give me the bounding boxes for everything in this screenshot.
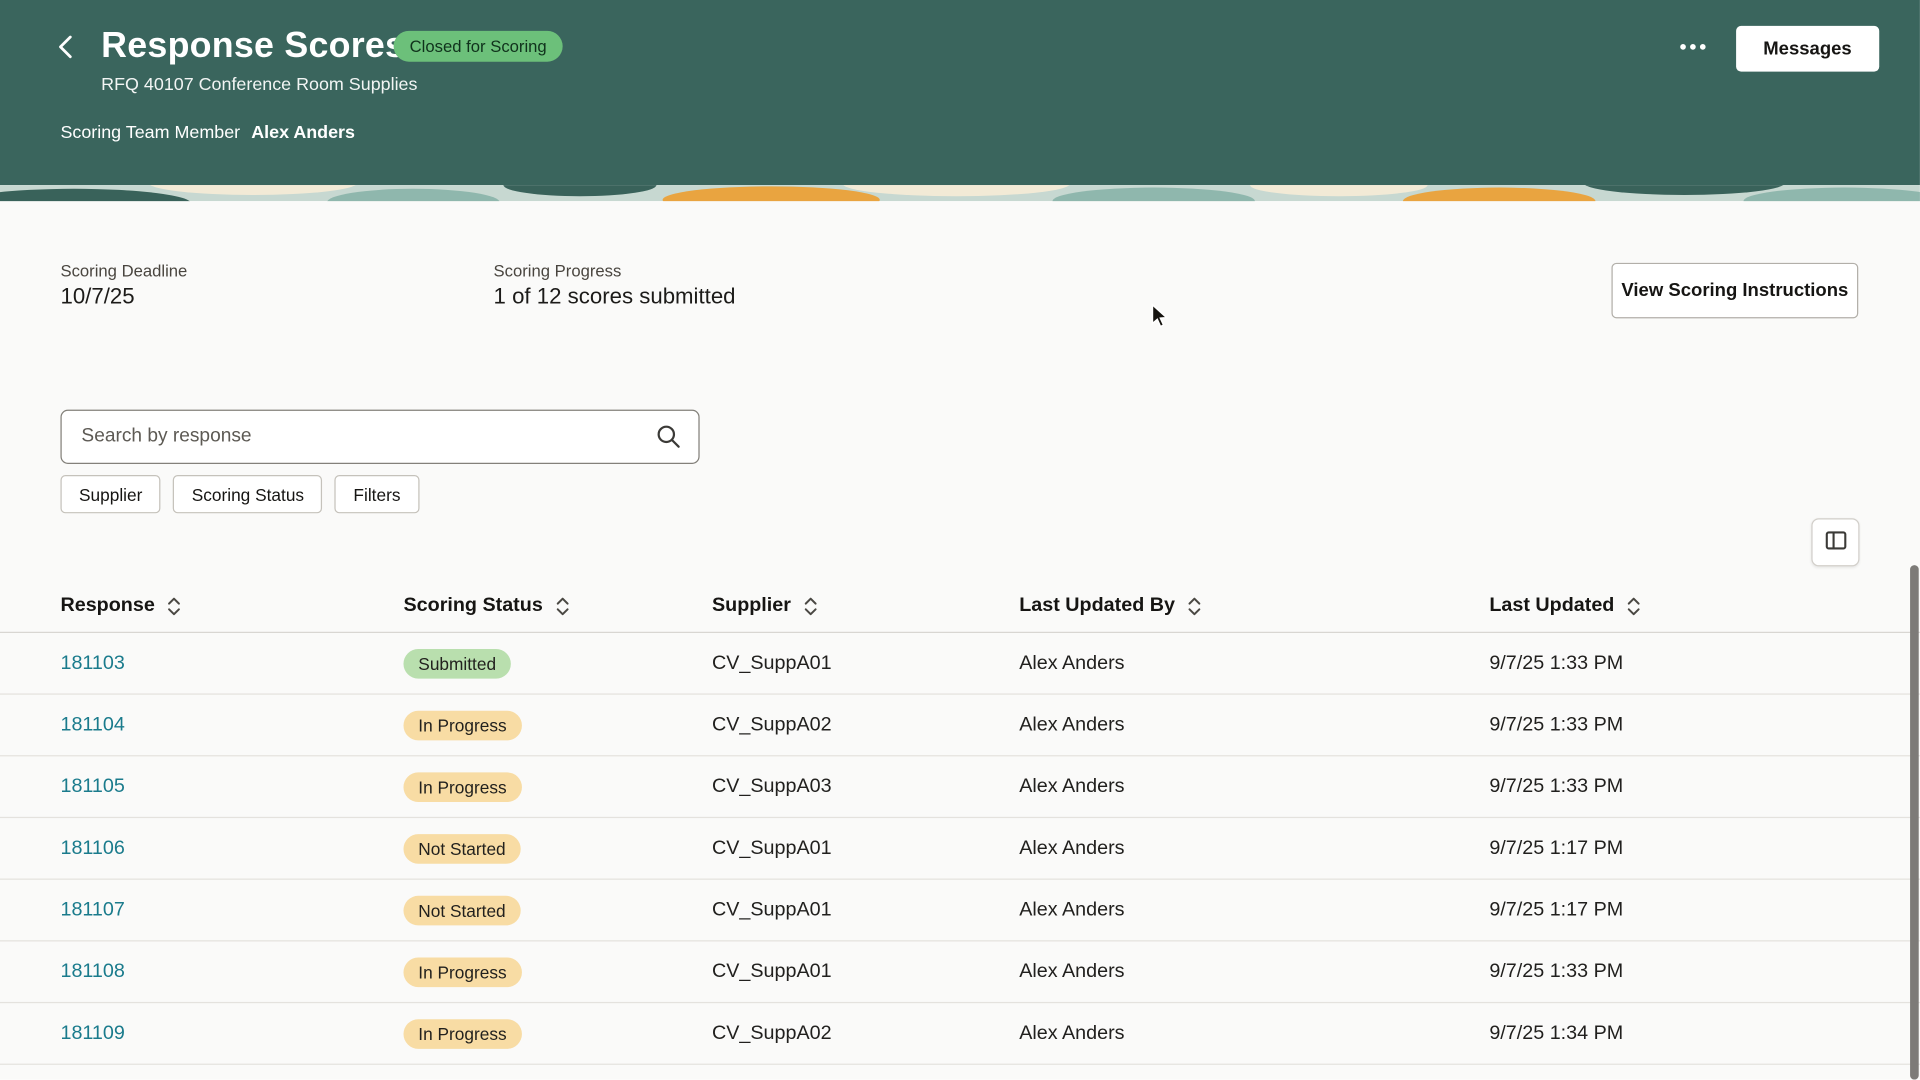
mouse-cursor <box>1151 304 1176 337</box>
sort-icon <box>1187 597 1202 616</box>
supplier-cell: CV_SuppA02 <box>712 1022 1019 1044</box>
table-row: 181104 In Progress CV_SuppA02Alex Anders9/… <box>0 695 1920 757</box>
response-scores-page: Response Scores Closed for Scoring RFQ 4… <box>0 0 1920 1080</box>
last-updated-by-cell: Alex Anders <box>1019 1022 1489 1044</box>
view-scoring-instructions-button[interactable]: View Scoring Instructions <box>1611 263 1858 319</box>
sort-icon <box>1627 597 1642 616</box>
filter-chip-supplier[interactable]: Supplier <box>60 475 160 513</box>
column-header-response[interactable]: Response <box>60 595 403 617</box>
last-updated-by-cell: Alex Anders <box>1019 961 1489 983</box>
scoring-progress-value: 1 of 12 scores submitted <box>494 284 736 310</box>
column-header-last-updated[interactable]: Last Updated <box>1489 595 1920 617</box>
supplier-cell: CV_SuppA01 <box>712 961 1019 983</box>
table-row: 181105 In Progress CV_SuppA03Alex Anders9/… <box>0 756 1920 818</box>
scoring-status-pill: In Progress <box>403 1019 521 1049</box>
sort-icon <box>803 597 818 616</box>
page-title: Response Scores <box>101 26 405 67</box>
response-link[interactable]: 181104 <box>60 714 124 735</box>
messages-button[interactable]: Messages <box>1736 26 1879 72</box>
supplier-cell: CV_SuppA01 <box>712 899 1019 921</box>
table-body: 181103SubmittedCV_SuppA01Alex Anders9/7/… <box>0 633 1920 1080</box>
manage-columns-button[interactable] <box>1811 518 1859 566</box>
page-subtitle: RFQ 40107 Conference Room Supplies <box>101 75 417 95</box>
last-updated-cell: 9/7/25 1:17 PM <box>1489 899 1920 921</box>
response-link[interactable]: 181109 <box>60 1022 124 1043</box>
scoring-status-pill: In Progress <box>403 710 521 740</box>
filter-chip-scoring-status[interactable]: Scoring Status <box>173 475 322 513</box>
response-link[interactable]: 181103 <box>60 652 124 673</box>
column-header-scoring-status[interactable]: Scoring Status <box>403 595 711 617</box>
scoring-status-pill: Not Started <box>403 833 520 863</box>
response-link[interactable]: 181105 <box>60 776 124 797</box>
table-row: 181110Not StartedCV_SuppA03Alex Anders9/… <box>0 1065 1920 1080</box>
back-button[interactable] <box>49 30 86 67</box>
scoring-status-pill: Not Started <box>403 895 520 925</box>
table-row: 181106 Not Started CV_SuppA01Alex Anders9/… <box>0 818 1920 880</box>
last-updated-cell: 9/7/25 1:33 PM <box>1489 961 1920 983</box>
vertical-scrollbar[interactable] <box>1910 565 1919 1080</box>
column-header-supplier[interactable]: Supplier <box>712 595 1019 617</box>
filter-chip-filters[interactable]: Filters <box>335 475 419 513</box>
last-updated-cell: 9/7/25 1:17 PM <box>1489 837 1920 859</box>
column-header-last-updated-by[interactable]: Last Updated By <box>1019 595 1489 617</box>
last-updated-by-cell: Alex Anders <box>1019 652 1489 674</box>
scoring-deadline-label: Scoring Deadline <box>60 262 187 281</box>
last-updated-by-cell: Alex Anders <box>1019 714 1489 736</box>
ellipsis-icon <box>1677 48 1709 67</box>
supplier-cell: CV_SuppA01 <box>712 652 1019 674</box>
status-badge: Closed for Scoring <box>394 31 563 62</box>
table-row: 181108 In Progress CV_SuppA01Alex Anders9/… <box>0 941 1920 1003</box>
supplier-cell: CV_SuppA02 <box>712 714 1019 736</box>
scoring-deadline-value: 10/7/25 <box>60 284 187 310</box>
scoring-team-member: Scoring Team Member Alex Anders <box>60 123 355 143</box>
search-bar <box>60 410 699 464</box>
last-updated-by-cell: Alex Anders <box>1019 837 1489 859</box>
search-input[interactable] <box>60 410 699 464</box>
table-header-row: Response Scoring Status Supplier Last Up… <box>0 580 1920 633</box>
responses-table: Response Scoring Status Supplier Last Up… <box>0 580 1920 1080</box>
table-row: 181107 Not Started CV_SuppA01Alex Anders9/… <box>0 880 1920 942</box>
last-updated-cell: 9/7/25 1:33 PM <box>1489 714 1920 736</box>
decorative-pattern-band <box>0 185 1920 201</box>
sort-icon <box>555 597 570 616</box>
scoring-progress-stat: Scoring Progress 1 of 12 scores submitte… <box>494 262 736 310</box>
more-actions-button[interactable] <box>1672 28 1714 67</box>
supplier-cell: CV_SuppA01 <box>712 837 1019 859</box>
scoring-status-pill: In Progress <box>403 772 521 802</box>
scoring-status-pill: Submitted <box>403 648 510 678</box>
table-row: 181103 Submitted CV_SuppA01Alex Anders9/7/… <box>0 633 1920 695</box>
last-updated-by-cell: Alex Anders <box>1019 899 1489 921</box>
last-updated-cell: 9/7/25 1:33 PM <box>1489 776 1920 798</box>
last-updated-cell: 9/7/25 1:34 PM <box>1489 1022 1920 1044</box>
columns-panel-icon <box>1823 528 1848 556</box>
chevron-left-icon <box>51 49 86 68</box>
response-link[interactable]: 181107 <box>60 899 124 920</box>
response-link[interactable]: 181106 <box>60 837 124 858</box>
page-header: Response Scores Closed for Scoring RFQ 4… <box>0 0 1920 185</box>
team-member-label: Scoring Team Member <box>60 123 240 143</box>
last-updated-cell: 9/7/25 1:33 PM <box>1489 652 1920 674</box>
sort-icon <box>167 597 182 616</box>
table-row: 181109 In Progress CV_SuppA02Alex Anders9/… <box>0 1003 1920 1065</box>
supplier-cell: CV_SuppA03 <box>712 776 1019 798</box>
team-member-name: Alex Anders <box>251 123 355 143</box>
last-updated-by-cell: Alex Anders <box>1019 776 1489 798</box>
scoring-status-pill: In Progress <box>403 957 521 987</box>
scoring-progress-label: Scoring Progress <box>494 262 736 281</box>
response-link[interactable]: 181108 <box>60 961 124 982</box>
scoring-deadline-stat: Scoring Deadline 10/7/25 <box>60 262 187 310</box>
filter-chips: Supplier Scoring Status Filters <box>60 475 419 513</box>
